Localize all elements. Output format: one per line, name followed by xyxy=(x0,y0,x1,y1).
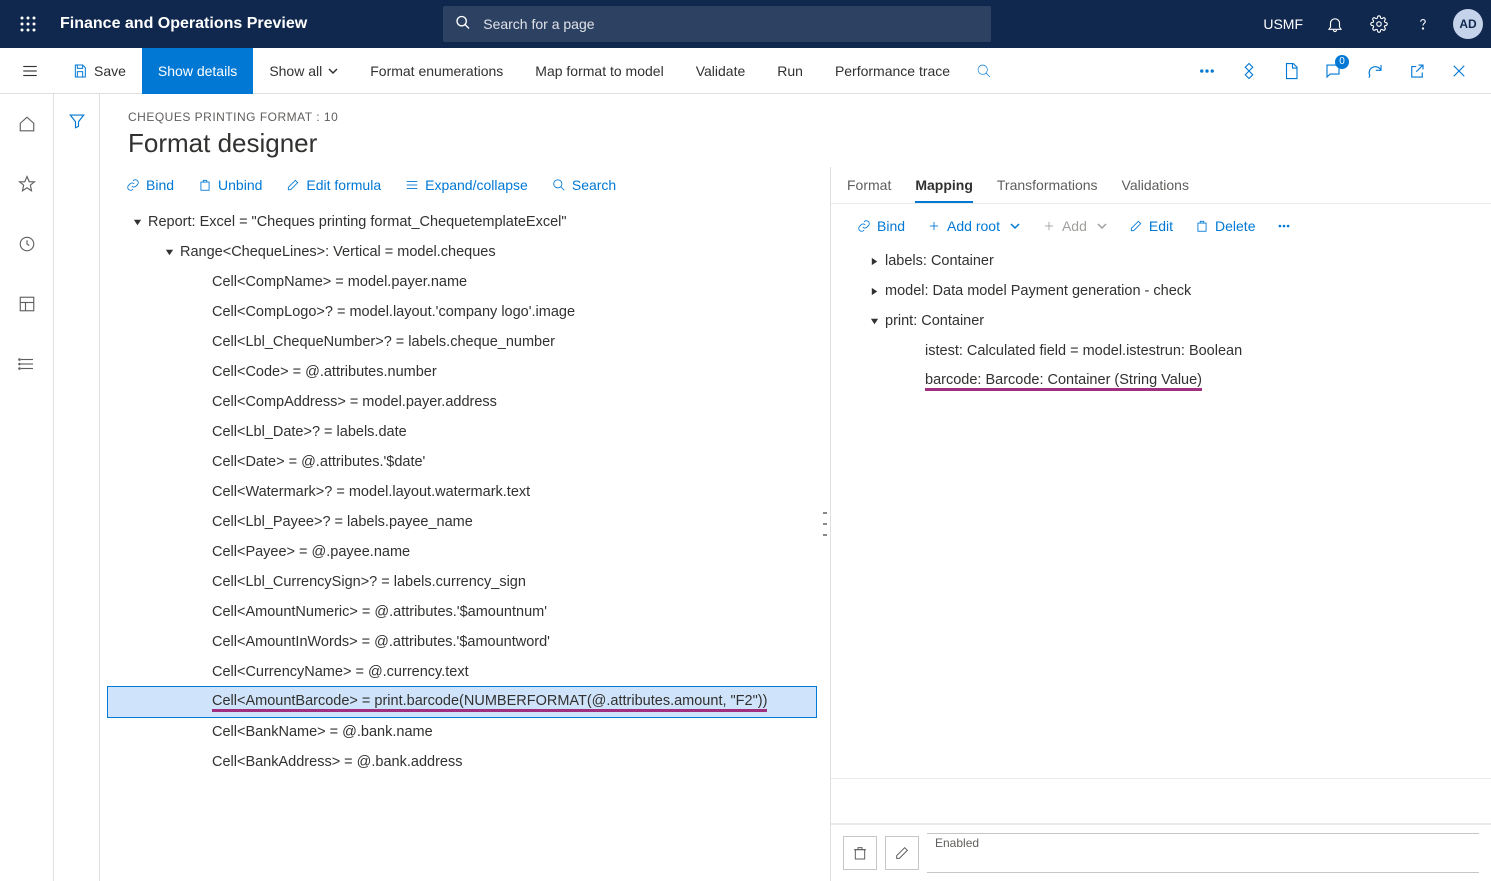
tree-node[interactable]: Cell<CompAddress> = model.payer.address xyxy=(108,387,816,417)
mapping-pane: Format Mapping Transformations Validatio… xyxy=(830,167,1491,881)
recent-clock-icon[interactable] xyxy=(7,224,47,264)
top-banner: Finance and Operations Preview USMF AD xyxy=(0,0,1491,48)
tree-node[interactable]: Cell<Watermark>? = model.layout.watermar… xyxy=(108,477,816,507)
action-toolbar: Save Show details Show all Format enumer… xyxy=(0,48,1491,94)
breadcrumb: CHEQUES PRINTING FORMAT : 10 xyxy=(128,110,1463,124)
refresh-icon[interactable] xyxy=(1355,51,1395,91)
tree-node[interactable]: Cell<AmountInWords> = @.attributes.'$amo… xyxy=(108,627,816,657)
tree-node-labels[interactable]: labels: Container xyxy=(839,246,1483,276)
bind-button[interactable]: Bind xyxy=(116,173,184,197)
edit-formula-button[interactable]: Edit formula xyxy=(276,173,391,197)
attachments-icon[interactable] xyxy=(1271,51,1311,91)
map-format-button[interactable]: Map format to model xyxy=(519,48,679,94)
tree-node[interactable]: Cell<CompName> = model.payer.name xyxy=(108,267,816,297)
nav-toggle-icon[interactable] xyxy=(12,53,48,89)
edit-button[interactable]: Edit xyxy=(1119,214,1183,238)
run-button[interactable]: Run xyxy=(761,48,819,94)
trash-icon[interactable] xyxy=(843,836,877,870)
popout-icon[interactable] xyxy=(1397,51,1437,91)
tab-format[interactable]: Format xyxy=(847,167,891,203)
company-code[interactable]: USMF xyxy=(1263,16,1303,32)
filter-funnel-icon[interactable] xyxy=(68,112,86,881)
performance-trace-button[interactable]: Performance trace xyxy=(819,48,966,94)
tree-node[interactable]: Cell<Lbl_Payee>? = labels.payee_name xyxy=(108,507,816,537)
edit-pencil-icon[interactable] xyxy=(885,836,919,870)
mapping-bind-button[interactable]: Bind xyxy=(847,214,915,238)
help-icon[interactable] xyxy=(1403,4,1443,44)
tree-node[interactable]: Cell<Payee> = @.payee.name xyxy=(108,537,816,567)
search-icon xyxy=(455,15,471,34)
tree-node[interactable]: Report: Excel = "Cheques printing format… xyxy=(108,207,816,237)
tab-validations[interactable]: Validations xyxy=(1122,167,1189,203)
format-enumerations-button[interactable]: Format enumerations xyxy=(354,48,519,94)
favorites-star-icon[interactable] xyxy=(7,164,47,204)
message-badge: 0 xyxy=(1335,55,1349,69)
tree-node[interactable]: Cell<Date> = @.attributes.'$date' xyxy=(108,447,816,477)
page-title: Format designer xyxy=(128,128,1463,159)
tree-node[interactable]: Cell<CompLogo>? = model.layout.'company … xyxy=(108,297,816,327)
related-info-icon[interactable] xyxy=(1229,51,1269,91)
chevron-down-icon xyxy=(1010,221,1020,231)
notifications-icon[interactable] xyxy=(1315,4,1355,44)
more-icon[interactable] xyxy=(1267,215,1301,237)
home-icon[interactable] xyxy=(7,104,47,144)
tree-node-istest[interactable]: istest: Calculated field = model.istestr… xyxy=(839,336,1483,366)
save-label: Save xyxy=(94,63,126,79)
global-search-input[interactable] xyxy=(443,6,991,42)
save-button[interactable]: Save xyxy=(56,48,142,94)
workspaces-icon[interactable] xyxy=(7,284,47,324)
tree-node[interactable]: Cell<BankAddress> = @.bank.address xyxy=(108,747,816,777)
validate-button[interactable]: Validate xyxy=(680,48,762,94)
chevron-down-icon xyxy=(328,66,338,76)
tab-transformations[interactable]: Transformations xyxy=(997,167,1098,203)
unbind-button[interactable]: Unbind xyxy=(188,173,272,197)
expand-collapse-button[interactable]: Expand/collapse xyxy=(395,173,538,197)
tree-node[interactable]: Cell<Lbl_Date>? = labels.date xyxy=(108,417,816,447)
show-all-dropdown[interactable]: Show all xyxy=(253,48,354,94)
tree-node[interactable]: Cell<CurrencyName> = @.currency.text xyxy=(108,657,816,687)
tab-mapping[interactable]: Mapping xyxy=(915,167,973,203)
app-launcher-icon[interactable] xyxy=(8,4,48,44)
tree-node[interactable]: Cell<AmountNumeric> = @.attributes.'$amo… xyxy=(108,597,816,627)
add-root-button[interactable]: Add root xyxy=(917,214,1030,238)
enabled-field[interactable]: Enabled xyxy=(927,833,1479,873)
close-icon[interactable] xyxy=(1439,51,1479,91)
show-details-button[interactable]: Show details xyxy=(142,48,253,94)
tree-node-barcode[interactable]: barcode: Barcode: Container (String Valu… xyxy=(839,366,1483,396)
modules-icon[interactable] xyxy=(7,344,47,384)
pane-splitter[interactable] xyxy=(820,167,830,881)
tree-node[interactable]: Cell<BankName> = @.bank.name xyxy=(108,717,816,747)
tree-node-print[interactable]: print: Container xyxy=(839,306,1483,336)
tree-node[interactable]: Cell<Lbl_ChequeNumber>? = labels.cheque_… xyxy=(108,327,816,357)
tree-search-button[interactable]: Search xyxy=(542,173,626,197)
toolbar-search-icon[interactable] xyxy=(966,48,1002,94)
delete-button[interactable]: Delete xyxy=(1185,214,1265,238)
more-actions-icon[interactable] xyxy=(1187,51,1227,91)
tree-node[interactable]: Cell<Code> = @.attributes.number xyxy=(108,357,816,387)
tree-node[interactable]: Range<ChequeLines>: Vertical = model.che… xyxy=(108,237,816,267)
left-nav-rail xyxy=(0,94,54,881)
user-avatar[interactable]: AD xyxy=(1453,9,1483,39)
format-tree-pane: Bind Unbind Edit formula Expand/collapse… xyxy=(100,167,820,881)
message-center-icon[interactable]: 0 xyxy=(1313,51,1353,91)
tree-node[interactable]: Cell<Lbl_CurrencySign>? = labels.currenc… xyxy=(108,567,816,597)
tree-node-model[interactable]: model: Data model Payment generation - c… xyxy=(839,276,1483,306)
app-title: Finance and Operations Preview xyxy=(60,15,307,33)
tree-node[interactable]: Cell<AmountBarcode> = print.barcode(NUMB… xyxy=(108,687,816,717)
filter-column xyxy=(54,94,100,881)
add-button: Add xyxy=(1032,214,1117,238)
settings-gear-icon[interactable] xyxy=(1359,4,1399,44)
